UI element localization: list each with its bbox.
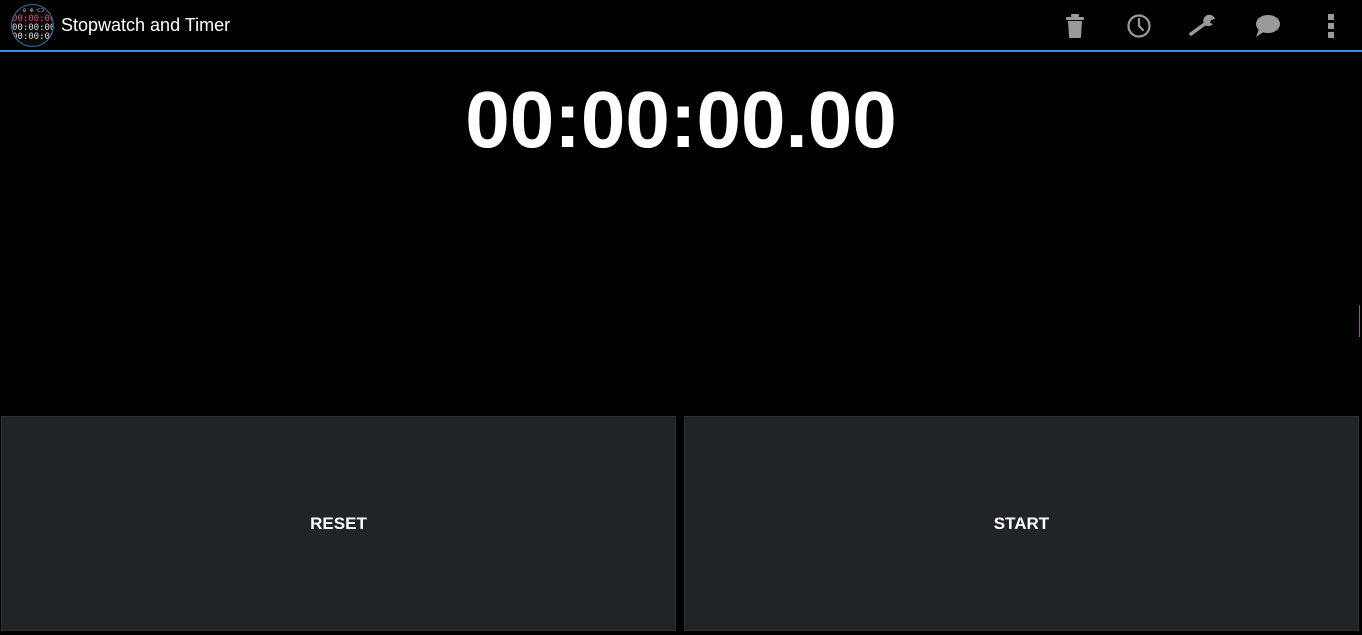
app-icon[interactable]: ⊖ ⊕ ⊂⊃ 00:00:00 00:00:00 00:00:00 — [11, 4, 54, 47]
start-button-label: START — [993, 513, 1050, 533]
app-title: Stopwatch and Timer — [61, 15, 231, 35]
delete-button[interactable] — [1057, 8, 1093, 44]
settings-button[interactable] — [1185, 8, 1221, 44]
feedback-button[interactable] — [1249, 8, 1285, 44]
reset-button-label: RESET — [310, 513, 367, 533]
app-icon-line: 00:00:00 — [12, 32, 54, 42]
overflow-menu-button[interactable] — [1313, 8, 1349, 44]
overflow-menu-icon — [1328, 14, 1334, 38]
action-bar: ⊖ ⊕ ⊂⊃ 00:00:00 00:00:00 00:00:00 Stopwa… — [0, 0, 1362, 52]
history-button[interactable] — [1121, 8, 1157, 44]
start-button[interactable]: START — [684, 416, 1359, 631]
reset-button[interactable]: RESET — [1, 416, 676, 631]
wrench-icon — [1189, 14, 1215, 36]
history-icon — [1127, 14, 1151, 38]
stopwatch-screen: ⊖ ⊕ ⊂⊃ 00:00:00 00:00:00 00:00:00 Stopwa… — [0, 0, 1362, 635]
chat-bubble-icon — [1256, 15, 1280, 37]
stopwatch-time: 00:00:00.00 — [465, 75, 897, 164]
trash-icon — [1066, 14, 1084, 38]
